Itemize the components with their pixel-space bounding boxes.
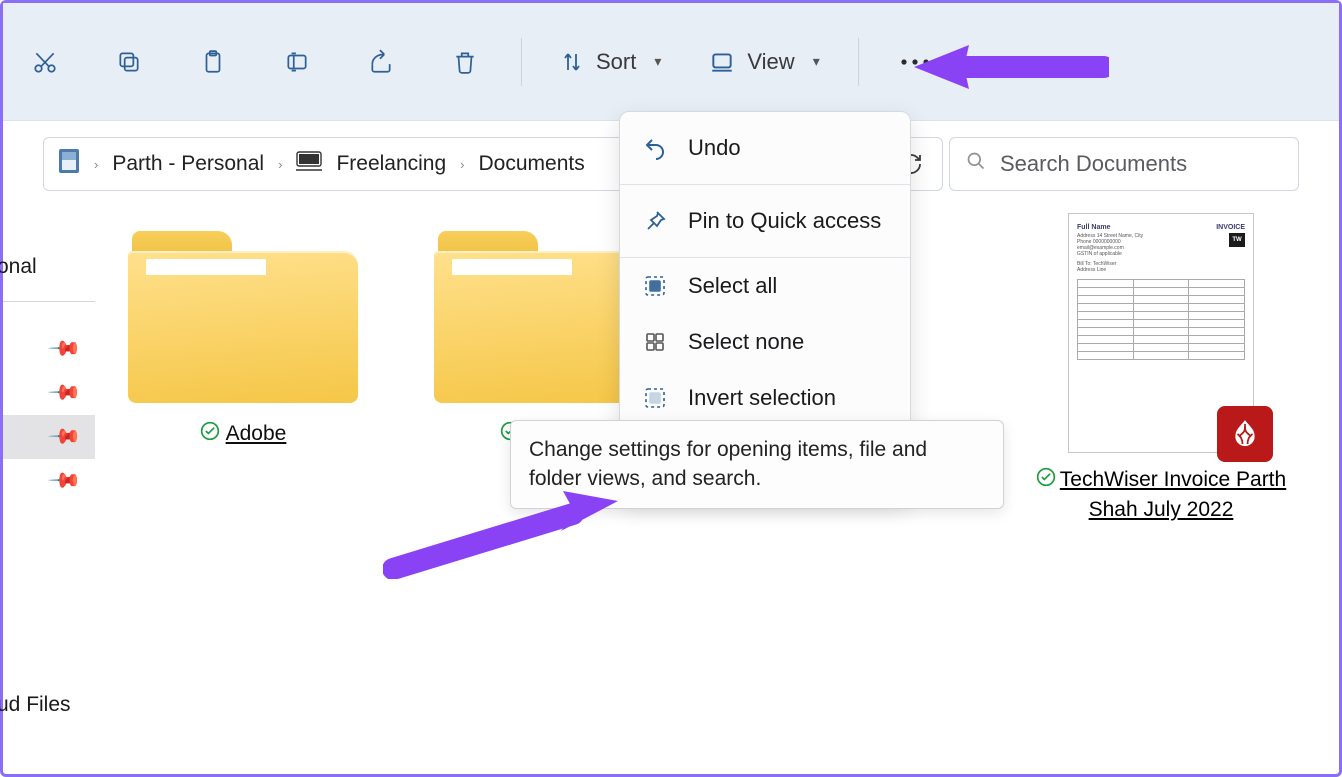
annotation-arrow <box>909 37 1109 97</box>
search-box[interactable]: Search Documents <box>949 137 1299 191</box>
view-button[interactable]: View ▾ <box>709 49 819 75</box>
folder-icon <box>128 213 358 403</box>
menu-label: Pin to Quick access <box>688 208 881 234</box>
breadcrumb-separator: › <box>94 157 98 172</box>
menu-label: Undo <box>688 135 741 161</box>
paste-button[interactable] <box>195 44 231 80</box>
toolbar-separator <box>858 38 859 86</box>
sidebar-fragment: onal <box>0 255 37 279</box>
breadcrumb-seg[interactable]: Documents <box>479 152 585 176</box>
share-button[interactable] <box>363 44 399 80</box>
sync-check-icon <box>1036 466 1056 495</box>
breadcrumb-seg[interactable]: Freelancing <box>336 152 446 176</box>
drive-icon <box>58 148 80 180</box>
breadcrumb-seg[interactable]: Parth - Personal <box>112 152 264 176</box>
pin-icon: 📌 <box>46 463 81 498</box>
menu-pin-quick-access[interactable]: Pin to Quick access <box>620 185 910 257</box>
view-label: View <box>747 49 794 75</box>
cut-button[interactable] <box>27 44 63 80</box>
sort-icon <box>560 50 584 74</box>
chevron-down-icon: ▾ <box>654 53 661 70</box>
sidebar: onal 📌 📌 📌 📌 ud Files <box>3 193 95 503</box>
undo-icon <box>642 135 668 161</box>
search-icon <box>966 151 986 177</box>
sidebar-item[interactable]: 📌 <box>3 371 95 415</box>
menu-select-all[interactable]: Select all <box>620 258 910 314</box>
sync-check-icon <box>200 421 220 447</box>
view-icon <box>709 49 735 75</box>
delete-button[interactable] <box>447 44 483 80</box>
menu-invert-selection[interactable]: Invert selection <box>620 370 910 426</box>
menu-label: Invert selection <box>688 385 836 411</box>
pin-icon <box>642 208 668 234</box>
pc-icon <box>296 151 322 177</box>
item-label: TechWiser Invoice ParthShah July 2022 <box>1036 465 1286 525</box>
search-placeholder: Search Documents <box>1000 151 1187 177</box>
invert-selection-icon <box>642 385 668 411</box>
sort-button[interactable]: Sort ▾ <box>560 49 661 75</box>
toolbar-separator <box>521 38 522 86</box>
chevron-down-icon: ▾ <box>813 53 820 70</box>
pdf-badge-icon <box>1217 406 1273 462</box>
rename-button[interactable] <box>279 44 315 80</box>
document-item[interactable]: Full NameINVOICE Address 14 Street Name,… <box>1021 213 1301 525</box>
select-all-icon <box>642 273 668 299</box>
pin-icon: 📌 <box>46 419 81 454</box>
annotation-arrow <box>383 489 623 579</box>
menu-label: Select all <box>688 273 777 299</box>
sidebar-item[interactable]: 📌 <box>3 327 95 371</box>
breadcrumb-separator: › <box>278 157 282 172</box>
document-thumbnail: Full NameINVOICE Address 14 Street Name,… <box>1068 213 1254 453</box>
pin-icon: 📌 <box>46 375 81 410</box>
folder-item[interactable]: Adobe <box>103 213 383 525</box>
sidebar-fragment: ud Files <box>0 693 71 717</box>
pin-icon: 📌 <box>46 331 81 366</box>
toolbar: Sort ▾ View ▾ <box>3 3 1339 121</box>
select-none-icon <box>642 329 668 355</box>
sidebar-item[interactable]: 📌 <box>3 415 95 459</box>
copy-button[interactable] <box>111 44 147 80</box>
menu-label: Select none <box>688 329 804 355</box>
item-label: Adobe <box>200 421 287 447</box>
sidebar-item[interactable]: 📌 <box>3 459 95 503</box>
menu-select-none[interactable]: Select none <box>620 314 910 370</box>
sidebar-separator <box>3 301 95 302</box>
breadcrumb-separator: › <box>460 157 464 172</box>
sort-label: Sort <box>596 49 636 75</box>
menu-undo[interactable]: Undo <box>620 112 910 184</box>
